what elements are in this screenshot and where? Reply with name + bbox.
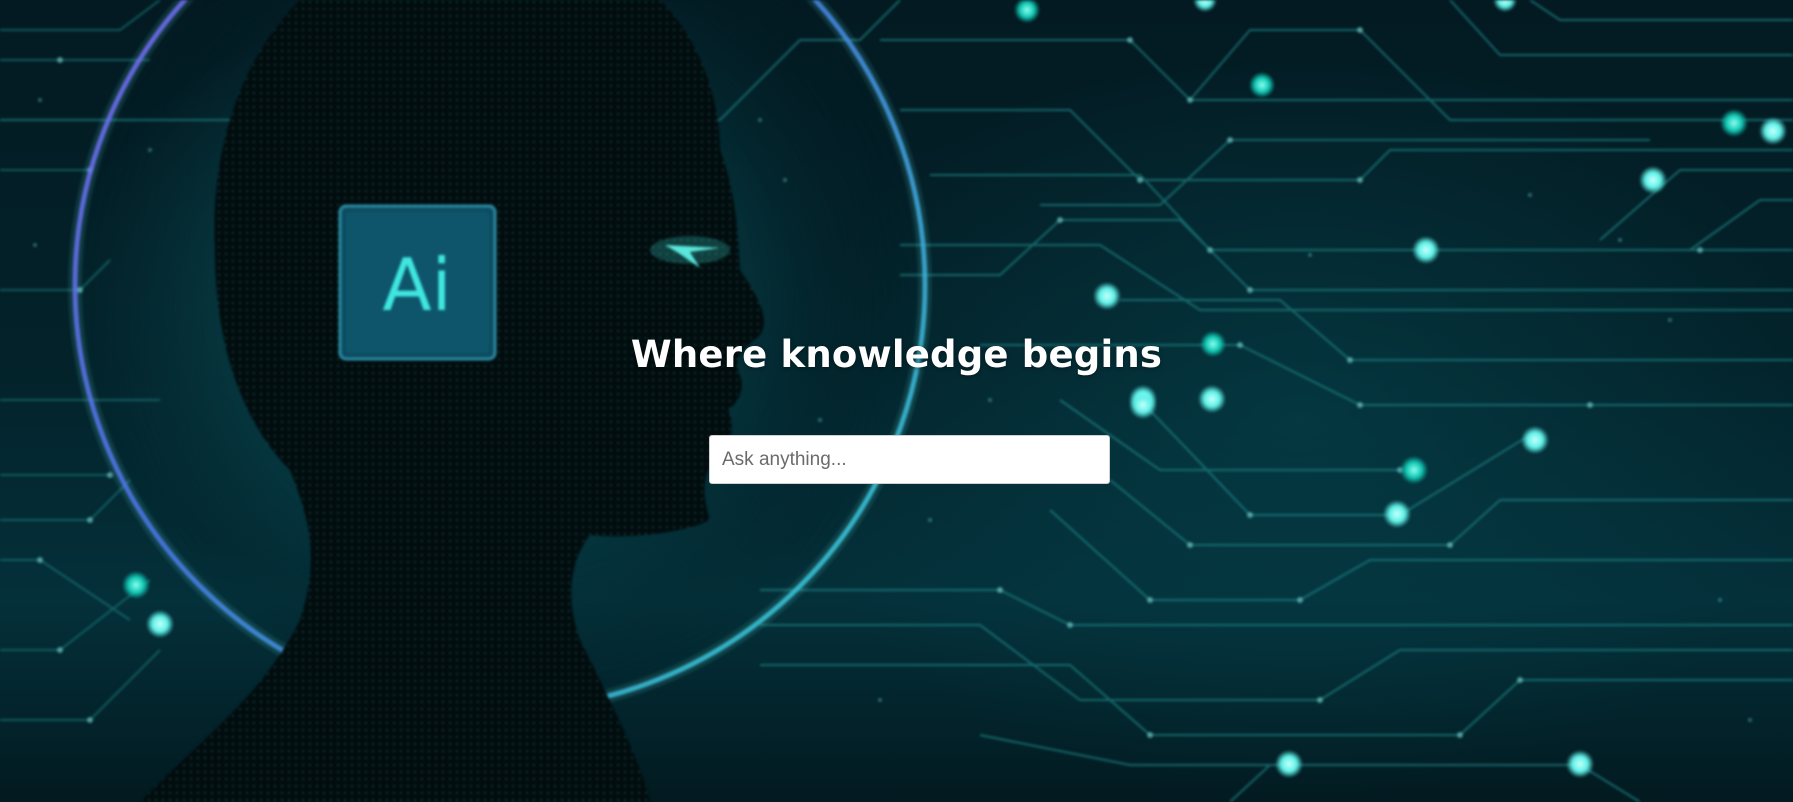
search-input[interactable] bbox=[709, 435, 1110, 484]
landing-page: Ai Where knowledge begins Ask anything..… bbox=[0, 0, 1793, 802]
page-title: Where knowledge begins bbox=[630, 333, 1163, 376]
hero-section: Where knowledge begins bbox=[0, 0, 1793, 802]
